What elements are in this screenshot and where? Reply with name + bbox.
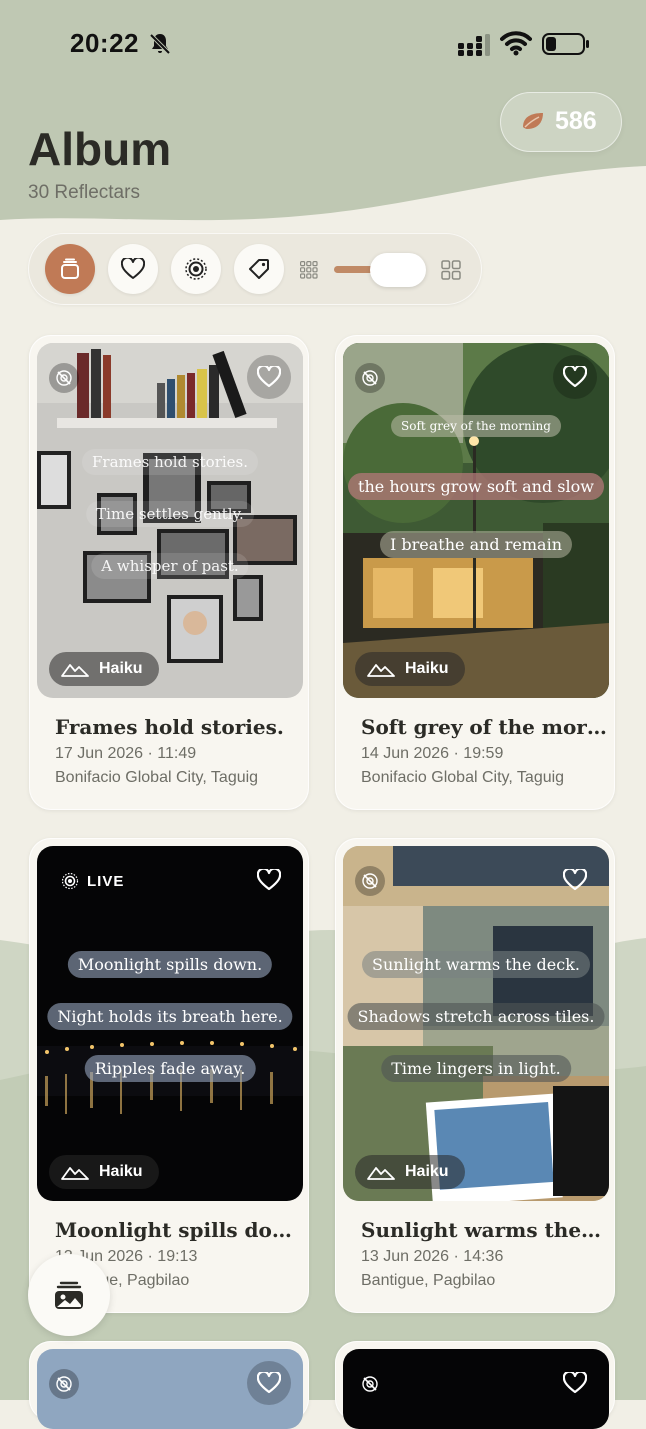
status-bar: 20:22 (0, 0, 646, 80)
card-date: 13 Jun 2026 · 14:36 (361, 1248, 504, 1265)
large-grid-icon[interactable] (441, 260, 461, 280)
live-photo-icon (185, 258, 207, 280)
live-off-badge (355, 866, 385, 896)
haiku-line: Frames hold stories. (81, 449, 259, 475)
card-thumbnail[interactable] (343, 1349, 609, 1429)
live-off-badge (355, 1369, 385, 1399)
heart-icon (257, 869, 281, 891)
all-items-button[interactable] (45, 244, 95, 294)
heart-icon (257, 366, 281, 388)
favorite-button[interactable] (553, 355, 597, 399)
album-card[interactable] (335, 1341, 615, 1429)
album-card[interactable]: Soft grey of the morning the hours grow … (335, 335, 615, 810)
album-card[interactable]: LIVE Moonlight spills down. Night holds … (29, 838, 309, 1313)
live-off-icon (56, 370, 72, 386)
card-title: Moonlight spills do… (55, 1218, 292, 1242)
status-time: 20:22 (70, 28, 139, 58)
haiku-badge: Haiku (49, 652, 159, 686)
card-date: 17 Jun 2026 · 11:49 (55, 745, 197, 762)
cellular-signal-icon (458, 34, 490, 56)
filter-toolbar (28, 233, 482, 305)
page-title: Album (28, 123, 172, 175)
haiku-line: A whisper of past. (91, 553, 249, 579)
haiku-badge-label: Haiku (405, 1163, 449, 1180)
page-subtitle: 30 Reflectars (28, 182, 140, 203)
wifi-icon (500, 31, 532, 56)
live-off-icon (362, 1376, 378, 1392)
add-photo-button[interactable] (28, 1254, 110, 1336)
card-location: Bantigue, Pagbilao (361, 1272, 496, 1289)
live-off-icon (362, 370, 378, 386)
live-indicator: LIVE (61, 872, 124, 890)
haiku-line: Time settles gently. (86, 501, 254, 527)
mountain-icon (367, 1167, 395, 1180)
leaf-icon (523, 113, 543, 129)
card-thumbnail[interactable]: Sunlight warms the deck. Shadows stretch… (343, 846, 609, 1201)
album-card[interactable]: Frames hold stories. Time settles gently… (29, 335, 309, 810)
haiku-line: the hours grow soft and slow (348, 473, 604, 500)
haiku-line: Soft grey of the morning (391, 415, 561, 437)
heart-icon (563, 366, 587, 388)
live-off-badge (355, 363, 385, 393)
tag-icon (249, 259, 269, 279)
album-card[interactable] (29, 1341, 309, 1429)
album-card[interactable]: Sunlight warms the deck. Shadows stretch… (335, 838, 615, 1313)
haiku-badge-label: Haiku (99, 1163, 143, 1180)
haiku-line: Sunlight warms the deck. (362, 951, 590, 978)
favorite-button[interactable] (553, 1361, 597, 1405)
favorites-filter-button[interactable] (108, 244, 158, 294)
heart-icon (121, 258, 145, 279)
heart-icon (563, 1372, 587, 1394)
mountain-icon (367, 664, 395, 677)
favorite-button[interactable] (247, 355, 291, 399)
points-count: 586 (555, 107, 597, 135)
battery-icon (542, 33, 589, 55)
live-off-badge (49, 363, 79, 393)
live-filter-button[interactable] (171, 244, 221, 294)
haiku-line: Time lingers in light. (381, 1055, 571, 1082)
live-off-icon (362, 873, 378, 889)
card-location: Bonifacio Global City, Taguig (361, 769, 565, 786)
card-thumbnail[interactable]: Soft grey of the morning the hours grow … (343, 343, 609, 698)
card-thumbnail[interactable] (37, 1349, 303, 1429)
card-title: Soft grey of the mor… (361, 715, 607, 739)
card-thumbnail[interactable]: Frames hold stories. Time settles gently… (37, 343, 303, 698)
grid-size-slider[interactable] (334, 253, 426, 287)
card-title: Frames hold stories. (55, 715, 284, 739)
favorite-button[interactable] (247, 1361, 291, 1405)
haiku-line: Night holds its breath here. (47, 1003, 293, 1030)
stack-icon (61, 258, 79, 279)
live-photo-icon (61, 872, 79, 890)
haiku-badge: Haiku (355, 1155, 465, 1189)
haiku-line: Moonlight spills down. (67, 951, 273, 978)
small-grid-icon[interactable] (300, 261, 318, 279)
haiku-line: I breathe and remain (379, 531, 573, 558)
haiku-badge-label: Haiku (405, 660, 449, 677)
slider-knob[interactable] (370, 253, 426, 287)
card-title: Sunlight warms the… (361, 1218, 602, 1242)
favorite-button[interactable] (553, 858, 597, 902)
card-location: Bonifacio Global City, Taguig (55, 769, 259, 786)
bell-muted-icon (149, 33, 171, 55)
photo-stack-icon (55, 1281, 83, 1309)
haiku-line: Shadows stretch across tiles. (347, 1003, 605, 1030)
card-thumbnail[interactable]: LIVE Moonlight spills down. Night holds … (37, 846, 303, 1201)
live-off-icon (56, 1376, 72, 1392)
mountain-icon (61, 664, 89, 677)
haiku-line: Ripples fade away. (84, 1055, 256, 1082)
favorite-button[interactable] (247, 858, 291, 902)
live-label: LIVE (87, 872, 125, 890)
tags-filter-button[interactable] (234, 244, 284, 294)
points-badge[interactable]: 586 (500, 92, 622, 152)
live-off-badge (49, 1369, 79, 1399)
haiku-badge: Haiku (49, 1155, 159, 1189)
heart-icon (563, 869, 587, 891)
album-header: Album 30 Reflectars 586 (0, 80, 646, 220)
heart-icon (257, 1372, 281, 1394)
haiku-badge: Haiku (355, 652, 465, 686)
haiku-badge-label: Haiku (99, 660, 143, 677)
card-date: 14 Jun 2026 · 19:59 (361, 745, 504, 762)
mountain-icon (61, 1167, 89, 1180)
